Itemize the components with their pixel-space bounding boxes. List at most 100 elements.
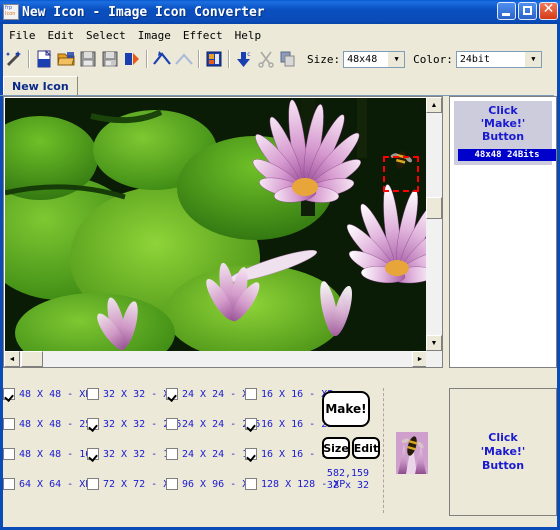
checkbox-box[interactable]	[245, 448, 257, 460]
checkbox-label: 48 X 48 - 16	[19, 448, 92, 460]
checkbox-16x16-16[interactable]: 16 X 16 - 16	[245, 448, 333, 460]
vertical-scroll-thumb[interactable]	[426, 197, 442, 219]
checkbox-box[interactable]	[3, 478, 15, 490]
undo-icon[interactable]	[151, 48, 173, 70]
menu-item-edit[interactable]: Edit	[42, 28, 81, 43]
menu-item-image[interactable]: Image	[132, 28, 177, 43]
chevron-down-icon[interactable]: ▼	[524, 51, 541, 67]
export-icon[interactable]	[121, 48, 143, 70]
checkbox-box[interactable]	[245, 388, 257, 400]
app-icon-line2: Icon	[5, 11, 16, 17]
checkbox-box[interactable]	[166, 478, 178, 490]
preview-hint-line-2: 'Make!'	[480, 445, 526, 458]
selection-rectangle[interactable]	[383, 156, 419, 192]
edit-button[interactable]: Edit	[352, 437, 380, 459]
checkbox-box[interactable]	[3, 388, 15, 400]
menu-item-effect[interactable]: Effect	[177, 28, 229, 43]
cut-icon[interactable]	[255, 48, 277, 70]
maximize-button[interactable]	[518, 2, 537, 20]
window-title: New Icon - Image Icon Converter	[22, 4, 265, 20]
color-label: Color:	[413, 52, 453, 66]
checkbox-64x64-xp[interactable]: 64 X 64 - XP	[3, 478, 91, 490]
size-button[interactable]: Size	[322, 437, 350, 459]
icon-size-row: 48 X 48 - 16 32 X 32 - 16 24 X 24 - 16 16 X…	[3, 448, 333, 466]
checkbox-label: 72 X 72 - XP	[103, 478, 176, 490]
checkbox-24x24-16[interactable]: 24 X 24 - 16	[166, 448, 254, 460]
checkbox-32x32-16[interactable]: 32 X 32 - 16	[87, 448, 175, 460]
preview-hint-line-3: Button	[481, 459, 525, 472]
redo-icon[interactable]	[173, 48, 195, 70]
checkbox-16x16-xp[interactable]: 16 X 16 - XP	[245, 388, 333, 400]
checkbox-box[interactable]	[87, 448, 99, 460]
menu-item-select[interactable]: Select	[80, 28, 132, 43]
icon-size-row: 48 X 48 - 256 32 X 32 - 256 24 X 24 - 256 1…	[3, 418, 339, 436]
checkbox-box[interactable]	[166, 418, 178, 430]
menu-item-help[interactable]: Help	[229, 28, 268, 43]
menu-item-file[interactable]: File	[3, 28, 42, 43]
checkbox-24x24-xp[interactable]: 24 X 24 - XP	[166, 388, 254, 400]
title-bar: frp Icon New Icon - Image Icon Converter…	[0, 0, 560, 24]
tab-new-icon[interactable]: New Icon	[3, 76, 78, 96]
horizontal-scroll-thumb[interactable]	[21, 351, 43, 367]
checkbox-box[interactable]	[166, 448, 178, 460]
scroll-left-button[interactable]: ◄	[4, 351, 20, 367]
icon-list-panel: Click 'Make!' Button 48x48 24Bits	[449, 96, 557, 368]
checkbox-48x48-16[interactable]: 48 X 48 - 16	[3, 448, 91, 460]
window-controls: ✕	[497, 1, 558, 20]
make-button[interactable]: Make!	[322, 391, 370, 427]
save-as-icon[interactable]	[99, 48, 121, 70]
application-window: frp Icon New Icon - Image Icon Converter…	[0, 0, 560, 530]
new-file-icon[interactable]	[33, 48, 55, 70]
horizontal-scrollbar[interactable]: ◄ ►	[4, 351, 428, 367]
hint-line-2: 'Make!'	[480, 117, 526, 130]
copy-icon[interactable]	[277, 48, 299, 70]
checkbox-32x32-xp[interactable]: 32 X 32 - XP	[87, 388, 175, 400]
properties-icon[interactable]	[203, 48, 225, 70]
checkbox-box[interactable]	[87, 388, 99, 400]
toolbar-separator	[146, 50, 148, 68]
checkbox-48x48-256[interactable]: 48 X 48 - 256	[3, 418, 97, 430]
toolbar: c Size: 48x48 ▼ Color: 24bit ▼	[3, 46, 557, 72]
checkbox-box[interactable]	[87, 418, 99, 430]
icon-size-options: 48 X 48 - XP 32 X 32 - XP 24 X 24 - XP 16 X…	[3, 388, 345, 513]
scroll-down-button[interactable]: ▼	[426, 335, 442, 351]
checkbox-label: 64 X 64 - XP	[19, 478, 92, 490]
size-dropdown[interactable]: 48x48 ▼	[343, 50, 406, 68]
checkbox-label: 32 X 32 - 16	[103, 448, 176, 460]
image-canvas[interactable]	[5, 98, 426, 351]
selection-dimensions: 32 x 32	[326, 480, 370, 491]
open-folder-icon[interactable]	[55, 48, 77, 70]
menu-item-label: Effect	[182, 28, 223, 42]
menu-item-label: Help	[234, 28, 262, 42]
checkbox-box[interactable]	[166, 388, 178, 400]
checkbox-box[interactable]	[87, 478, 99, 490]
checkbox-box[interactable]	[245, 418, 257, 430]
close-button[interactable]: ✕	[539, 1, 558, 20]
save-icon[interactable]	[77, 48, 99, 70]
size-value: 48x48	[347, 53, 378, 65]
cursor-coordinates: 582,159	[326, 468, 370, 479]
checkbox-96x96-xp[interactable]: 96 X 96 - XP	[166, 478, 254, 490]
checkbox-72x72-xp[interactable]: 72 X 72 - XP	[87, 478, 175, 490]
selected-icon-entry[interactable]: 48x48 24Bits	[458, 149, 556, 161]
checkbox-label: 24 X 24 - XP	[182, 388, 255, 400]
tab-bar: New Icon	[3, 76, 557, 96]
download-icon[interactable]: c	[233, 48, 255, 70]
color-dropdown[interactable]: 24bit ▼	[455, 50, 542, 68]
menu-bar: File Edit Select Image Effect Help	[3, 26, 557, 44]
checkbox-label: 48 X 48 - XP	[19, 388, 92, 400]
checkbox-box[interactable]	[3, 448, 15, 460]
checkbox-box[interactable]	[3, 418, 15, 430]
magic-wand-icon[interactable]	[3, 48, 25, 70]
minimize-button[interactable]	[497, 2, 516, 20]
status-coordinates: 582,159 32 x 32	[318, 468, 378, 492]
hint-line-1: Click	[488, 104, 518, 117]
scroll-up-button[interactable]: ▲	[426, 97, 442, 113]
hint-line-3: Button	[481, 130, 525, 143]
checkbox-48x48-xp[interactable]: 48 X 48 - XP	[3, 388, 91, 400]
vertical-scrollbar[interactable]: ▲ ▼	[426, 97, 442, 351]
menu-item-label: File	[9, 28, 36, 42]
icon-size-row: 64 X 64 - XP 72 X 72 - XP 96 X 96 - XP 128 …	[3, 478, 345, 496]
checkbox-box[interactable]	[245, 478, 257, 490]
chevron-down-icon[interactable]: ▼	[388, 51, 405, 67]
